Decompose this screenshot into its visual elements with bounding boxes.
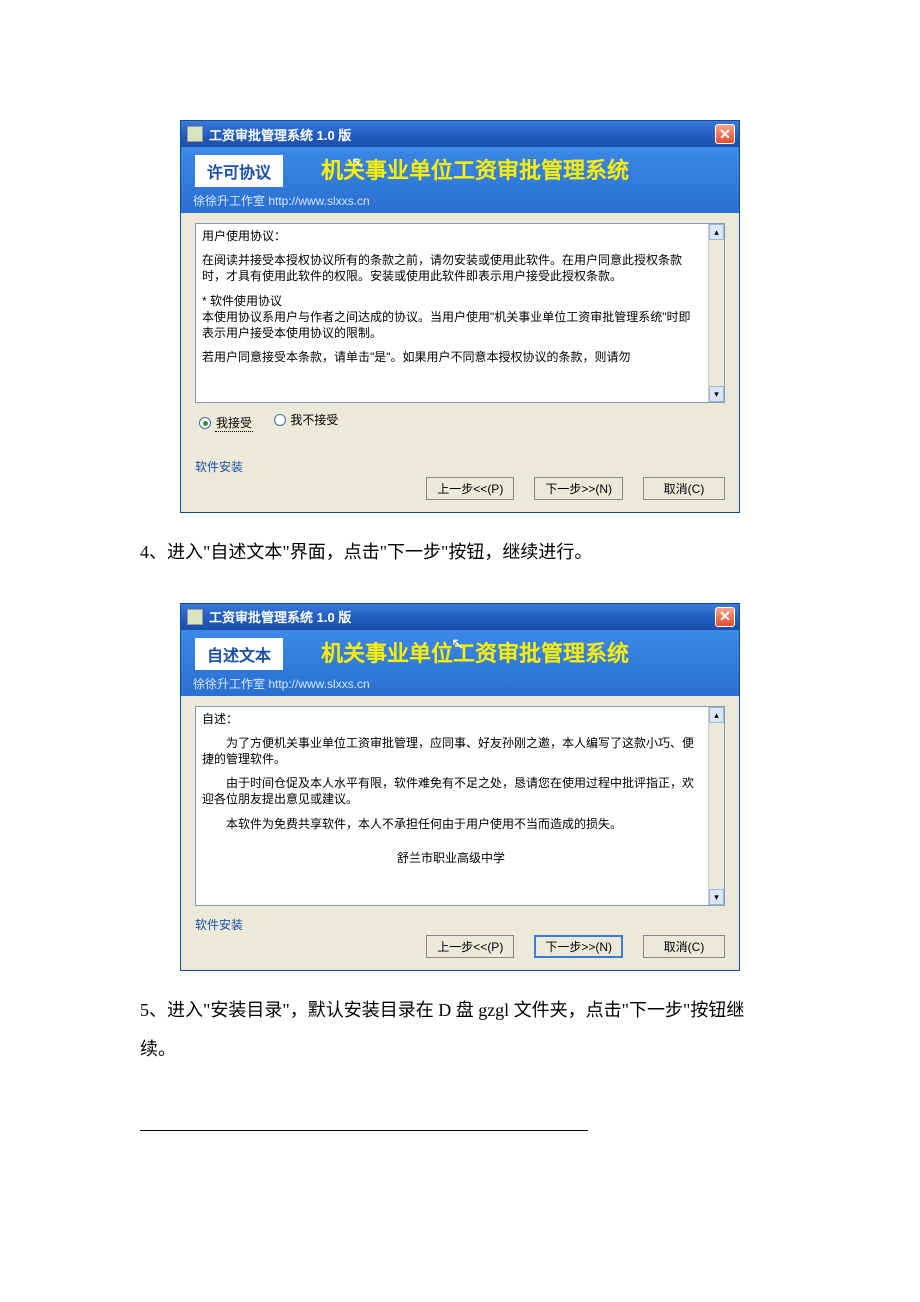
window-title: 工资审批管理系统 1.0 版 (209, 607, 351, 626)
header-url: 徐徐升工作室 http://www.slxxs.cn (193, 675, 370, 692)
readme-signature: 舒兰市职业高级中学 (202, 850, 700, 866)
header-box-label: 许可协议 (195, 155, 283, 187)
readme-textbox[interactable]: 自述： 为了方便机关事业单位工资审批管理，应同事、好友孙刚之邀，本人编写了这款小… (195, 706, 725, 906)
header-band: 自述文本 机关事业单位工资审批管理系统 ↖ 徐徐升工作室 http://www.… (181, 630, 739, 696)
license-p2a: * 软件使用协议 (202, 293, 700, 309)
content-area: 自述： 为了方便机关事业单位工资审批管理，应同事、好友孙刚之邀，本人编写了这款小… (181, 696, 739, 916)
header-band: 许可协议 机关事业单位工资审批管理系统 ↖ 徐徐升工作室 http://www.… (181, 147, 739, 213)
prev-button[interactable]: 上一步<<(P) (426, 477, 514, 500)
header-box-label: 自述文本 (195, 638, 283, 670)
app-icon (187, 609, 203, 625)
scroll-up-icon[interactable]: ▴ (709, 707, 724, 723)
license-p2b: 本使用协议系用户与作者之间达成的协议。当用户使用"机关事业单位工资审批管理系统"… (202, 309, 700, 341)
radio-reject-label: 我不接受 (290, 411, 338, 428)
header-banner: 机关事业单位工资审批管理系统 (321, 153, 629, 185)
radio-accept-label: 我接受 (215, 414, 253, 432)
doc-step-4: 4、进入"自述文本"界面，点击"下一步"按钮，继续进行。 (140, 533, 780, 573)
radio-dot-icon (274, 414, 286, 426)
titlebar[interactable]: 工资审批管理系统 1.0 版 ✕ (181, 121, 739, 147)
content-area: 用户使用协议： 在阅读并接受本授权协议所有的条款之前，请勿安装或使用此软件。在用… (181, 213, 739, 458)
next-button[interactable]: 下一步>>(N) (534, 935, 623, 958)
dialog-footer: 软件安装 上一步<<(P) 下一步>>(N) 取消(C) (181, 458, 739, 512)
cancel-button[interactable]: 取消(C) (643, 477, 725, 500)
license-dialog: 工资审批管理系统 1.0 版 ✕ 许可协议 机关事业单位工资审批管理系统 ↖ 徐… (180, 120, 740, 513)
cancel-button[interactable]: 取消(C) (643, 935, 725, 958)
radio-group: 我接受 我不接受 (195, 403, 725, 448)
prev-button[interactable]: 上一步<<(P) (426, 935, 514, 958)
scroll-down-icon[interactable]: ▾ (709, 889, 724, 905)
next-button[interactable]: 下一步>>(N) (534, 477, 623, 500)
readme-p1: 为了方便机关事业单位工资审批管理，应同事、好友孙刚之邀，本人编写了这款小巧、便捷… (202, 735, 700, 767)
readme-dialog: 工资审批管理系统 1.0 版 ✕ 自述文本 机关事业单位工资审批管理系统 ↖ 徐… (180, 603, 740, 971)
close-button[interactable]: ✕ (715, 607, 735, 627)
readme-p3: 本软件为免费共享软件，本人不承担任何由于用户使用不当而造成的损失。 (202, 816, 700, 832)
license-p3: 若用户同意接受本条款，请单击"是"。如果用户不同意本授权协议的条款，则请勿 (202, 349, 700, 365)
scrollbar[interactable]: ▴ ▾ (708, 224, 724, 402)
header-banner: 机关事业单位工资审批管理系统 (321, 636, 629, 668)
radio-reject[interactable]: 我不接受 (274, 411, 338, 428)
license-textbox[interactable]: 用户使用协议： 在阅读并接受本授权协议所有的条款之前，请勿安装或使用此软件。在用… (195, 223, 725, 403)
radio-dot-icon (199, 417, 211, 429)
license-p1: 在阅读并接受本授权协议所有的条款之前，请勿安装或使用此软件。在用户同意此授权条款… (202, 252, 700, 284)
readme-heading: 自述： (202, 711, 700, 727)
window-title: 工资审批管理系统 1.0 版 (209, 125, 351, 144)
license-heading: 用户使用协议： (202, 228, 700, 244)
scroll-up-icon[interactable]: ▴ (709, 224, 724, 240)
app-icon (187, 126, 203, 142)
header-url: 徐徐升工作室 http://www.slxxs.cn (193, 192, 370, 209)
titlebar[interactable]: 工资审批管理系统 1.0 版 ✕ (181, 604, 739, 630)
readme-p2: 由于时间仓促及本人水平有限，软件难免有不足之处，恳请您在使用过程中批评指正，欢迎… (202, 775, 700, 807)
dialog-footer: 软件安装 上一步<<(P) 下一步>>(N) 取消(C) (181, 916, 739, 970)
doc-step-5: 5、进入"安装目录"，默认安装目录在 D 盘 gzgl 文件夹，点击"下一步"按… (140, 991, 780, 1070)
install-label: 软件安装 (195, 458, 725, 475)
scrollbar[interactable]: ▴ ▾ (708, 707, 724, 905)
install-label: 软件安装 (195, 916, 725, 933)
radio-accept[interactable]: 我接受 (199, 414, 253, 432)
scroll-down-icon[interactable]: ▾ (709, 386, 724, 402)
footer-divider (140, 1130, 588, 1131)
close-button[interactable]: ✕ (715, 124, 735, 144)
